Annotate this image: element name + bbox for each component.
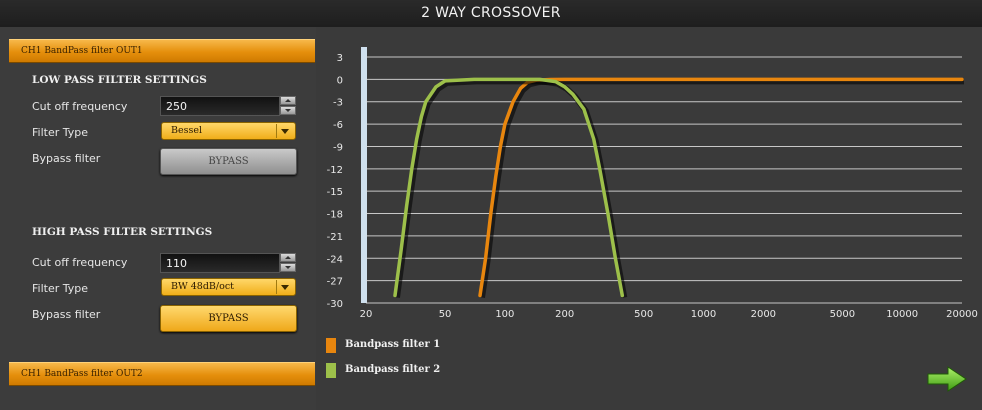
response-chart-area: 3 0 -3 -6 -9 -12 -15 -18 -21 -24 -27 -30 20 50 100 200 5… — [316, 27, 982, 410]
low-pass-cutoff-value: 250 — [166, 100, 187, 113]
y-tick-label: -24 — [327, 254, 343, 265]
arrow-right-icon — [927, 366, 967, 392]
y-tick-label: -27 — [327, 277, 343, 288]
low-pass-cutoff-stepper[interactable] — [280, 96, 296, 116]
y-tick-label: 0 — [337, 75, 343, 86]
high-pass-cutoff-input[interactable]: 110 — [160, 253, 280, 273]
legend-label-2: Bandpass filter 2 — [345, 364, 441, 375]
low-pass-filter-type-select[interactable]: Bessel — [161, 122, 296, 140]
chevron-down-icon — [276, 124, 293, 138]
x-tick-label: 10000 — [886, 309, 918, 320]
x-tick-label: 20000 — [946, 309, 978, 320]
channel-out2-label: CH1 BandPass filter OUT2 — [21, 369, 143, 379]
y-tick-label: 3 — [337, 53, 343, 64]
high-pass-section-title: HIGH PASS FILTER SETTINGS — [32, 226, 213, 238]
y-tick-label: -6 — [333, 120, 343, 131]
decrement-icon[interactable] — [280, 106, 296, 115]
y-tick-label: -15 — [327, 187, 343, 198]
y-tick-label: -21 — [327, 232, 343, 243]
frequency-response-chart: 3 0 -3 -6 -9 -12 -15 -18 -21 -24 -27 -30 20 50 100 200 5… — [327, 47, 978, 320]
channel-out1-header[interactable]: CH1 BandPass filter OUT1 — [9, 39, 315, 63]
high-pass-filter-type-label: Filter Type — [32, 282, 89, 295]
channel-out1-label: CH1 BandPass filter OUT1 — [21, 46, 143, 56]
series-shadow-1 — [479, 78, 964, 298]
x-tick-label: 100 — [495, 309, 514, 320]
high-pass-bypass-label: Bypass filter — [32, 308, 101, 321]
settings-panel: CH1 BandPass filter OUT1 LOW PASS FILTER… — [0, 27, 316, 410]
high-pass-cutoff-label: Cut off frequency — [32, 256, 128, 269]
low-pass-cutoff-input[interactable]: 250 — [160, 96, 280, 116]
legend-label-1: Bandpass filter 1 — [345, 339, 441, 350]
y-tick-label: -30 — [327, 299, 343, 310]
y-tick-label: -18 — [327, 210, 343, 221]
y-tick-label: -12 — [327, 165, 343, 176]
y-tick-label: -9 — [333, 142, 343, 153]
high-pass-filter-type-value: BW 48dB/oct — [171, 281, 234, 292]
legend-swatch-1 — [326, 338, 336, 353]
x-tick-label: 5000 — [830, 309, 855, 320]
next-button[interactable] — [926, 364, 970, 394]
low-pass-bypass-label: Bypass filter — [32, 152, 101, 165]
series-line-1 — [478, 77, 964, 298]
high-pass-bypass-button[interactable]: BYPASS — [160, 305, 297, 332]
decrement-icon[interactable] — [280, 263, 296, 272]
high-pass-cutoff-value: 110 — [166, 257, 187, 270]
y-tick-label: -3 — [333, 98, 343, 109]
channel-out2-header[interactable]: CH1 BandPass filter OUT2 — [9, 362, 315, 386]
title-bar: 2 WAY CROSSOVER — [0, 0, 982, 28]
low-pass-bypass-button[interactable]: BYPASS — [160, 148, 297, 175]
high-pass-filter-type-select[interactable]: BW 48dB/oct — [161, 278, 296, 296]
x-tick-label: 20 — [360, 309, 373, 320]
page-title: 2 WAY CROSSOVER — [421, 5, 561, 21]
low-pass-filter-type-label: Filter Type — [32, 126, 89, 139]
high-pass-cutoff-stepper[interactable] — [280, 253, 296, 273]
x-tick-label: 1000 — [691, 309, 716, 320]
x-tick-label: 2000 — [751, 309, 776, 320]
low-pass-cutoff-label: Cut off frequency — [32, 100, 128, 113]
x-tick-label: 500 — [634, 309, 653, 320]
increment-icon[interactable] — [280, 96, 296, 105]
x-tick-label: 50 — [439, 309, 452, 320]
low-pass-section-title: LOW PASS FILTER SETTINGS — [32, 74, 207, 86]
increment-icon[interactable] — [280, 253, 296, 262]
chevron-down-icon — [276, 280, 293, 294]
axis-rail — [361, 47, 367, 303]
legend-swatch-2 — [326, 363, 336, 378]
low-pass-filter-type-value: Bessel — [171, 125, 203, 136]
x-tick-label: 200 — [555, 309, 574, 320]
